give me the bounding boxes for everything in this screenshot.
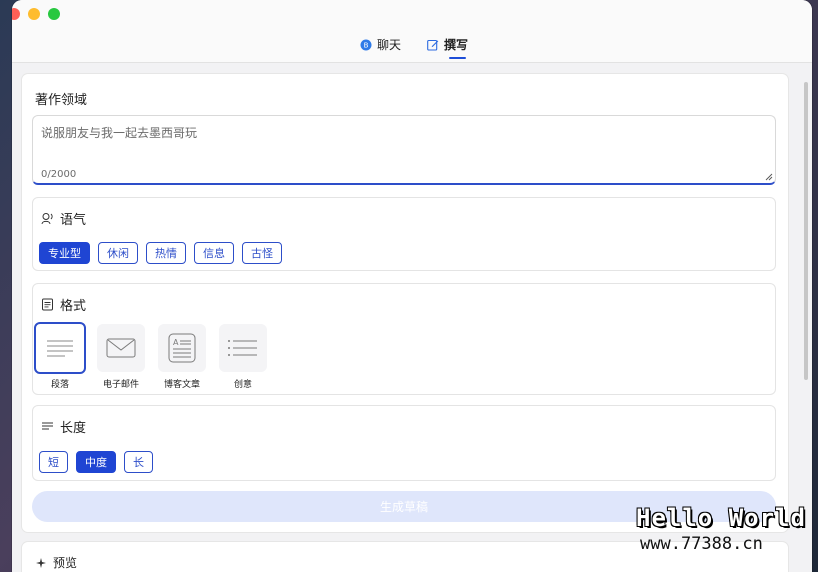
format-title-label: 格式 [60,299,87,314]
app-window: B 聊天 撰写 著作领域 说服朋友与我一起去墨西哥玩 0/2000 语气 专业型… [12,0,812,572]
length-option-long[interactable]: 长 [124,451,153,473]
length-title: 长度 [41,417,86,436]
tone-title: 语气 [41,209,86,228]
maximize-window-button[interactable] [48,8,60,20]
active-tab-indicator [449,57,467,59]
edit-icon [427,39,439,51]
format-option-email-label: 电子邮件 [102,380,139,390]
format-option-paragraph-tile [34,322,86,374]
scrollbar[interactable] [804,82,808,380]
tab-chat-label: 聊天 [377,38,402,52]
length-lines-icon [42,422,53,430]
length-title-label: 长度 [60,421,87,436]
idea-list-icon [228,340,257,356]
length-options: 短 中度 长 [39,451,153,473]
format-options: 段落 电子邮件 A 博客文章 创意 [34,322,267,390]
writing-field-label: 著作领域 [35,93,88,108]
format-doc-icon [42,298,53,311]
tab-chat[interactable]: B 聊天 [360,36,401,53]
svg-text:B: B [364,41,369,49]
format-title: 格式 [41,295,86,314]
preview-title: 预览 [35,554,77,571]
tone-option-casual[interactable]: 休闲 [98,242,138,264]
tab-compose[interactable]: 撰写 [427,36,469,59]
blog-post-icon: A [168,333,196,363]
format-option-idea-tile [219,324,267,372]
format-option-email-tile [97,324,145,372]
tone-option-quirky[interactable]: 古怪 [242,242,282,264]
writing-input-placeholder: 说服朋友与我一起去墨西哥玩 [41,126,198,140]
envelope-icon [106,338,136,358]
format-option-idea[interactable]: 创意 [219,324,267,390]
tone-title-label: 语气 [60,213,87,228]
sparkle-icon [36,557,46,568]
format-option-idea-label: 创意 [233,380,252,390]
length-option-short[interactable]: 短 [39,451,68,473]
window-controls [12,8,60,20]
watermark-hello-world: Hello World [636,504,806,532]
tone-options: 专业型 休闲 热情 信息 古怪 [39,242,282,264]
chat-bubble-icon: B [360,39,372,50]
length-section: 长度 短 中度 长 [32,405,776,481]
compose-card: 著作领域 说服朋友与我一起去墨西哥玩 0/2000 语气 专业型 休闲 热情 信… [22,74,788,532]
tab-compose-label: 撰写 [444,38,469,52]
voice-tone-icon [41,213,53,225]
title-bar: B 聊天 撰写 [12,0,812,63]
format-option-blog[interactable]: A 博客文章 [158,324,206,390]
resize-handle-icon[interactable] [765,173,773,181]
format-option-blog-tile: A [158,324,206,372]
mode-tabs: B 聊天 撰写 [360,36,469,59]
format-option-email[interactable]: 电子邮件 [97,324,145,390]
format-section: 格式 段落 电子邮件 A 博客文章 创意 [32,283,776,395]
tone-option-informational[interactable]: 信息 [194,242,234,264]
close-window-button[interactable] [12,8,20,20]
format-option-paragraph-label: 段落 [50,380,69,390]
tone-option-enthusiastic[interactable]: 热情 [146,242,186,264]
writing-input[interactable]: 说服朋友与我一起去墨西哥玩 0/2000 [32,115,776,185]
tone-option-professional[interactable]: 专业型 [39,242,90,264]
svg-text:A: A [173,338,179,347]
length-option-medium[interactable]: 中度 [76,451,116,473]
paragraph-icon [47,340,73,357]
format-option-paragraph[interactable]: 段落 [34,322,86,390]
format-option-blog-label: 博客文章 [163,380,200,390]
character-counter: 0/2000 [41,169,77,180]
minimize-window-button[interactable] [28,8,40,20]
tone-section: 语气 专业型 休闲 热情 信息 古怪 [32,197,776,271]
preview-title-label: 预览 [53,556,78,570]
watermark-url: www.77388.cn [640,534,763,554]
